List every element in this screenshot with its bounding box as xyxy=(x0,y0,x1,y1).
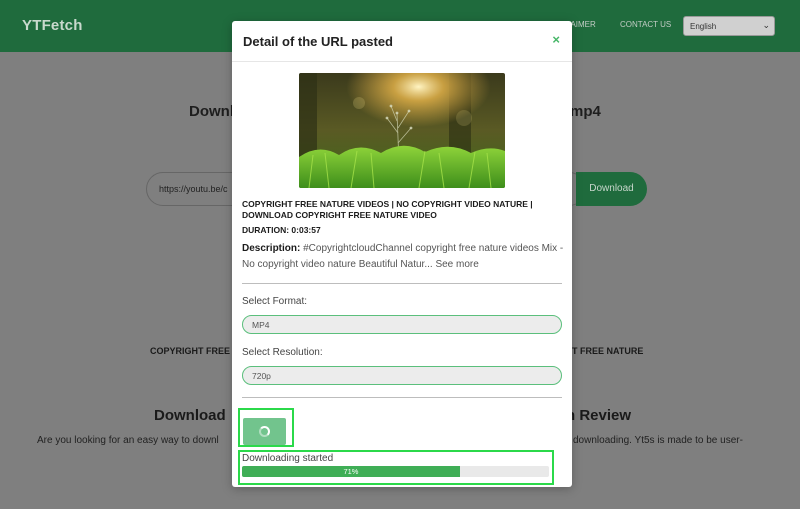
video-description: Description: #CopyrightcloudChannel copy… xyxy=(242,241,564,273)
see-more-link[interactable]: See more xyxy=(433,259,478,270)
video-thumbnail xyxy=(299,73,505,188)
modal-title: Detail of the URL pasted xyxy=(243,34,394,49)
divider xyxy=(242,283,562,284)
close-icon[interactable]: × xyxy=(552,32,560,47)
section-heading-left: Download xyxy=(154,407,226,424)
loading-spinner-icon xyxy=(259,426,270,437)
section-heading-right: h Review xyxy=(566,407,632,424)
language-select-value: English xyxy=(690,22,717,31)
resolution-label: Select Resolution: xyxy=(242,347,323,358)
progress-bar: 71% xyxy=(242,466,549,477)
resolution-select-value: 720p xyxy=(252,371,271,381)
video-title: COPYRIGHT FREE NATURE VIDEOS | NO COPYRI… xyxy=(242,199,533,220)
video-caption-left: COPYRIGHT FREE xyxy=(150,346,231,356)
chevron-down-icon: ⌄ xyxy=(762,20,770,30)
url-input-value: https://youtu.be/c xyxy=(159,184,228,194)
paragraph-left: Are you looking for an easy way to downl xyxy=(37,435,219,446)
format-select-value: MP4 xyxy=(252,320,270,330)
progress-bar-fill: 71% xyxy=(242,466,460,477)
divider xyxy=(242,397,562,398)
modal-header: Detail of the URL pasted × xyxy=(232,21,572,62)
download-button[interactable]: Download xyxy=(576,172,647,206)
download-loading-button[interactable] xyxy=(243,418,286,445)
nav-link-contact[interactable]: CONTACT US xyxy=(620,20,671,29)
paragraph-right: downloading. Yt5s is made to be user- xyxy=(573,435,743,446)
video-caption-right: T FREE NATURE xyxy=(572,346,644,356)
site-logo[interactable]: YTFetch xyxy=(22,17,83,34)
format-select[interactable]: MP4 xyxy=(242,315,562,334)
url-details-modal: Detail of the URL pasted × COPYRIGHT FRE… xyxy=(232,21,572,487)
progress-percent: 71% xyxy=(343,467,359,476)
video-duration: DURATION: 0:03:57 xyxy=(242,225,321,235)
format-label: Select Format: xyxy=(242,296,308,307)
page-heading-right: mp4 xyxy=(570,103,601,120)
resolution-select[interactable]: 720p xyxy=(242,366,562,385)
download-status: Downloading started xyxy=(242,453,334,464)
description-label: Description: xyxy=(242,243,301,254)
language-select[interactable]: English ⌄ xyxy=(683,16,775,36)
